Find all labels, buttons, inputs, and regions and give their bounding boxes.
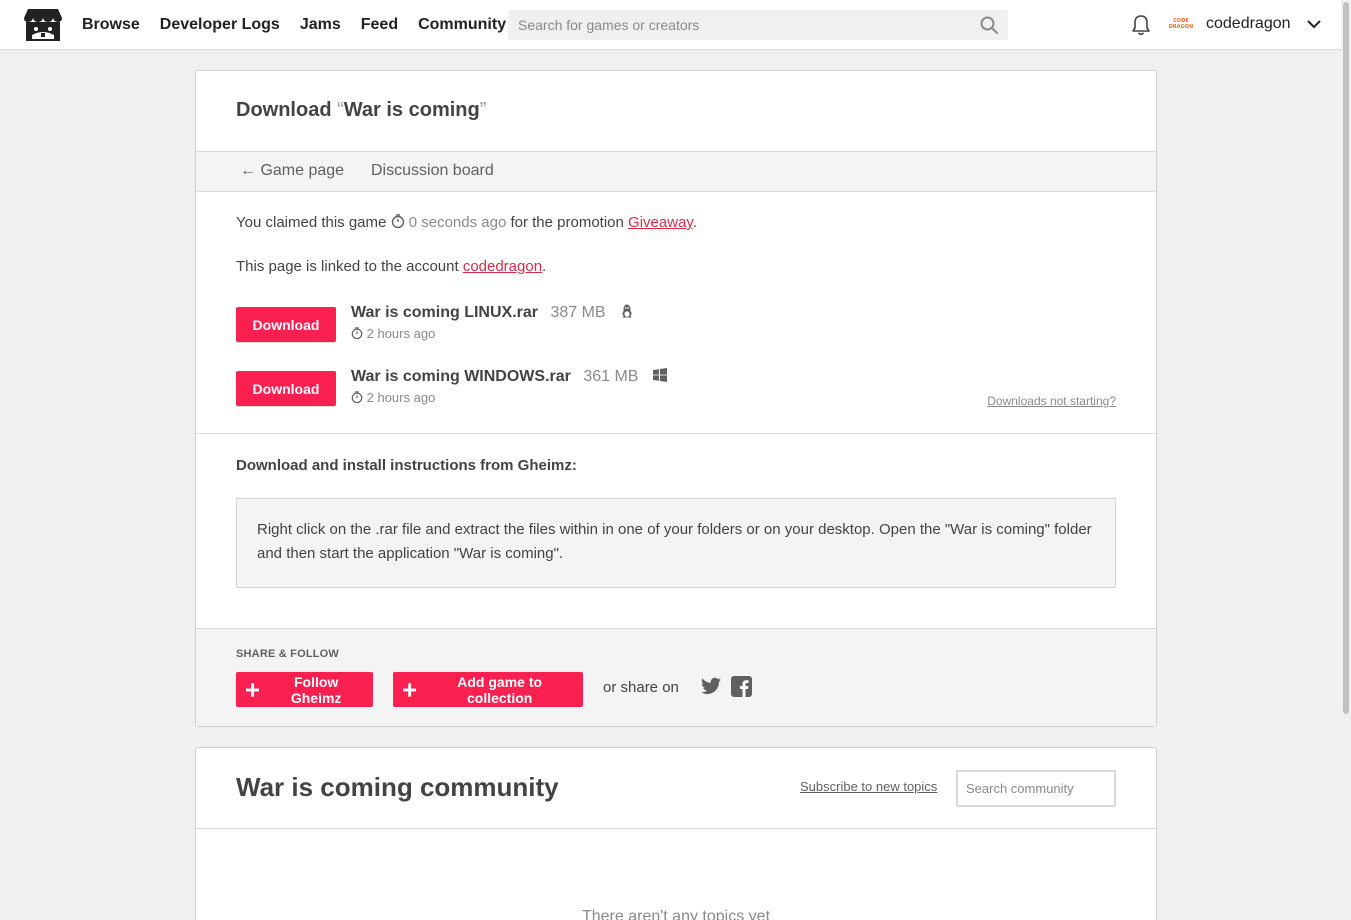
chevron-down-icon[interactable] [1306,18,1322,30]
nav-feed[interactable]: Feed [361,16,398,34]
linked-suffix: . [542,258,547,275]
community-card: War is coming community Subscribe to new… [195,747,1157,920]
file-name: War is coming LINUX.rar [351,304,538,321]
follow-button[interactable]: Follow Gheimz [236,672,373,707]
clock-icon [351,391,363,403]
title-open-quote: “ [337,99,344,121]
scrollbar-thumb[interactable] [1343,2,1349,714]
nav-community[interactable]: Community [418,16,506,34]
main-nav: Browse Developer Logs Jams Feed Communit… [82,0,526,50]
plus-icon [246,682,260,697]
file-linux: War is coming LINUX.rar 387 MB [351,304,634,322]
site-search [508,10,1008,40]
nav-browse[interactable]: Browse [82,16,140,34]
twitter-icon[interactable] [701,677,721,695]
top-header: Browse Developer Logs Jams Feed Communit… [0,0,1341,50]
linked-prefix: This page is linked to the account [236,258,459,275]
subscribe-topics-link[interactable]: Subscribe to new topics [800,779,937,794]
linked-account-info: This page is linked to the account coded… [236,258,546,275]
section-divider [196,433,1156,434]
downloads-not-starting-link[interactable]: Downloads not starting? [987,394,1116,408]
clock-icon [391,214,404,228]
no-topics-message: There aren't any topics yet [581,908,771,920]
page-title: Download “War is coming” [236,99,486,122]
tab-game-page-label: Game page [260,162,345,179]
search-icon[interactable] [980,16,998,34]
promotion-link[interactable]: Giveaway [628,214,693,231]
nav-developer-logs[interactable]: Developer Logs [160,16,280,34]
instructions-title: Download and install instructions from G… [236,457,577,474]
file-size: 387 MB [550,304,606,321]
community-title: War is coming community [236,772,559,802]
linux-icon [622,304,633,318]
community-divider [196,828,1156,829]
or-share-on-text: or share on [603,679,679,696]
back-arrow-icon: ← [240,162,256,179]
plus-icon [403,682,417,697]
claim-info: You claimed this game 0 seconds ago for … [236,214,697,231]
share-follow-section: SHARE & FOLLOW Follow Gheimz Add game to… [196,628,1156,726]
title-close-quote: ” [479,99,487,121]
nav-jams[interactable]: Jams [300,16,341,34]
site-search-input[interactable] [508,10,968,40]
username[interactable]: codedragon [1206,15,1291,33]
account-link[interactable]: codedragon [463,258,542,275]
user-avatar[interactable]: CODE DRAGON [1168,12,1194,38]
share-follow-label: SHARE & FOLLOW [236,648,340,660]
claim-middle: for the promotion [510,214,624,231]
claim-prefix: You claimed this game [236,214,387,231]
page-tabs: ← Game page Discussion board [196,151,1156,192]
claim-time: 0 seconds ago [408,214,507,231]
file-windows: War is coming WINDOWS.rar 361 MB [351,368,667,386]
add-to-collection-label: Add game to collection [457,673,543,706]
game-title: War is coming [343,99,480,121]
file-name: War is coming WINDOWS.rar [351,368,571,385]
page-scrollbar[interactable] [1341,0,1351,920]
file-date-text: 2 hours ago [366,326,436,341]
tab-discussion-board[interactable]: Discussion board [371,162,494,180]
follow-button-label: Follow Gheimz [290,673,342,706]
instructions-box: Right click on the .rar file and extract… [236,498,1116,588]
claim-suffix: . [692,214,697,231]
community-search-input[interactable] [956,770,1116,807]
notifications-bell-icon[interactable] [1131,14,1151,36]
facebook-icon[interactable] [731,676,752,697]
file-linux-date: 2 hours ago [351,326,435,341]
windows-icon [652,368,667,382]
download-card: Download “War is coming” ← Game page Dis… [195,70,1157,727]
file-size: 361 MB [583,368,639,385]
file-windows-date: 2 hours ago [351,390,435,405]
title-prefix: Download [236,99,332,121]
add-to-collection-button[interactable]: Add game to collection [393,672,583,707]
file-date-text: 2 hours ago [366,390,436,405]
itch-logo-icon[interactable] [23,7,63,43]
clock-icon [351,327,363,339]
download-linux-button[interactable]: Download [236,307,336,342]
tab-game-page[interactable]: ← Game page [240,162,344,180]
download-windows-button[interactable]: Download [236,371,336,406]
